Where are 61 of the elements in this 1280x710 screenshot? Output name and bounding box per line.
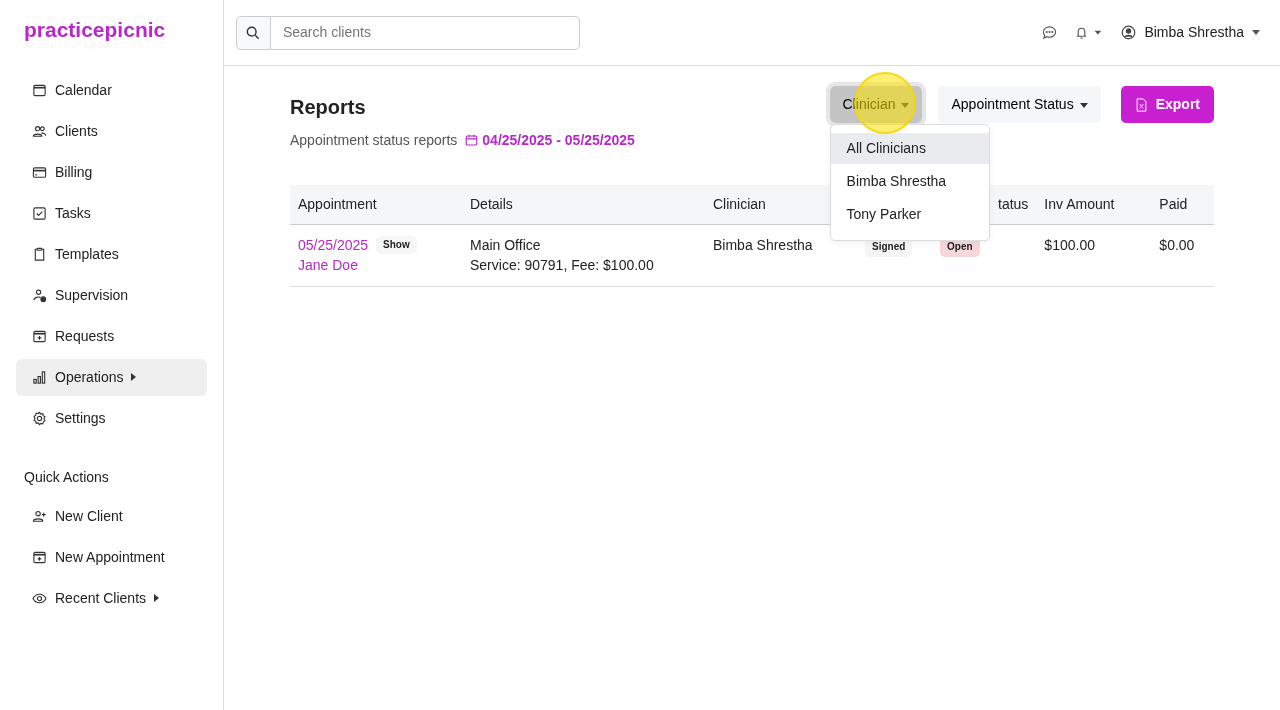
user-name: Bimba Shrestha <box>1144 23 1244 42</box>
caret-icon <box>131 373 137 381</box>
person-check-icon <box>32 287 47 303</box>
page-title: Reports <box>290 95 366 120</box>
date-link[interactable]: 05/25/2025 <box>298 235 369 256</box>
search-field[interactable]: Search clients <box>270 15 580 50</box>
column-header: Appointment <box>298 196 377 212</box>
column-header: tatus <box>998 196 1029 212</box>
dropdown-item[interactable]: Bimba Shrestha <box>830 166 989 197</box>
dropdown-item[interactable]: All Clinicians <box>830 133 989 164</box>
person-plus-icon <box>32 508 47 524</box>
client-link[interactable]: Jane Doe <box>298 257 358 274</box>
people-icon <box>32 123 47 139</box>
file-icon <box>1134 97 1148 112</box>
service-text: Service: 90791, Fee: $100.00 <box>470 256 655 276</box>
filter-dropdown-button[interactable]: Appointment Status <box>938 86 1101 123</box>
app-logo[interactable]: practicepicnic <box>16 14 166 46</box>
export-button[interactable]: Export <box>1120 86 1214 123</box>
table-cell: Bimba Shrestha <box>713 237 813 253</box>
quick-action-item[interactable]: New Appointment <box>16 538 207 576</box>
date-range-link[interactable]: 04/25/2025 - 05/25/2025 <box>465 130 635 151</box>
section-title: Quick Actions <box>23 467 110 487</box>
column-header: Clinician <box>713 196 766 212</box>
column-header: Paid <box>1159 196 1188 212</box>
bar-chart-icon <box>32 369 47 385</box>
sidebar-item[interactable]: Clients <box>16 112 207 150</box>
sidebar-item[interactable]: Tasks <box>16 194 207 232</box>
calendar-icon <box>465 134 479 147</box>
search-button[interactable] <box>236 15 271 50</box>
user-avatar-icon <box>1121 25 1137 40</box>
dropdown-item[interactable]: Tony Parker <box>830 199 989 230</box>
quick-action-item[interactable]: New Client <box>16 497 207 535</box>
chat-icon[interactable] <box>1042 25 1058 40</box>
card-icon <box>32 164 47 180</box>
page-subtitle: Appointment status reports <box>290 131 458 150</box>
checkbox-icon <box>32 205 47 221</box>
caret-icon <box>1079 102 1088 108</box>
sidebar-item[interactable]: Requests <box>16 317 207 355</box>
sidebar-item[interactable]: Supervision <box>16 276 207 314</box>
caret-icon <box>1252 30 1260 35</box>
calendar-plus-icon <box>32 549 47 565</box>
calendar-icon <box>32 82 47 98</box>
sidebar-item[interactable]: Calendar <box>16 71 207 109</box>
quick-action-item[interactable]: Recent Clients <box>16 579 207 617</box>
column-header: Details <box>470 196 513 212</box>
sidebar-item[interactable]: Settings <box>16 399 207 437</box>
column-header: Inv Amount <box>1044 196 1115 212</box>
table-cell: $0.00 <box>1159 237 1195 253</box>
location-text: Main Office <box>470 236 542 255</box>
settings-icon <box>32 410 47 426</box>
sidebar-item[interactable]: Operations <box>16 358 207 396</box>
search-icon <box>246 25 261 40</box>
caret-icon <box>154 594 160 602</box>
user-menu[interactable]: Bimba Shrestha <box>1121 22 1260 43</box>
attendance-tag: Show <box>376 235 417 255</box>
sidebar-item[interactable]: Templates <box>16 235 207 273</box>
clipboard-icon <box>32 246 47 262</box>
calendar-plus-icon <box>32 328 47 344</box>
caret-icon <box>901 102 910 108</box>
sidebar-item[interactable]: Billing <box>16 153 207 191</box>
table-cell: $100.00 <box>1044 237 1095 253</box>
